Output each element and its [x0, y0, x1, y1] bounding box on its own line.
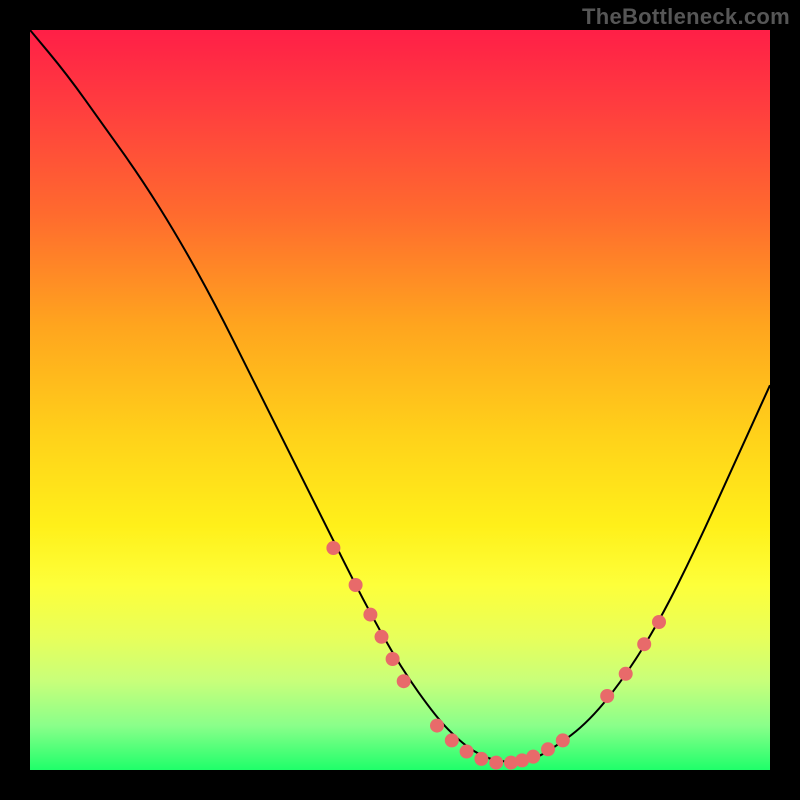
data-point-marker [445, 733, 459, 747]
data-point-marker [526, 750, 540, 764]
data-point-marker [349, 578, 363, 592]
data-point-marker [489, 756, 503, 770]
data-point-marker [637, 637, 651, 651]
data-markers [326, 541, 666, 770]
data-point-marker [474, 752, 488, 766]
data-point-marker [504, 756, 518, 770]
data-point-marker [515, 753, 529, 767]
data-point-marker [386, 652, 400, 666]
data-point-marker [541, 742, 555, 756]
data-point-marker [375, 630, 389, 644]
chart-container: TheBottleneck.com [0, 0, 800, 800]
data-point-marker [619, 667, 633, 681]
data-point-marker [556, 733, 570, 747]
data-point-marker [430, 719, 444, 733]
data-point-marker [363, 608, 377, 622]
bottleneck-curve [30, 30, 770, 762]
watermark-text: TheBottleneck.com [582, 4, 790, 30]
data-point-marker [397, 674, 411, 688]
data-point-marker [460, 745, 474, 759]
data-point-marker [652, 615, 666, 629]
curve-svg [30, 30, 770, 770]
plot-area [30, 30, 770, 770]
data-point-marker [326, 541, 340, 555]
data-point-marker [600, 689, 614, 703]
